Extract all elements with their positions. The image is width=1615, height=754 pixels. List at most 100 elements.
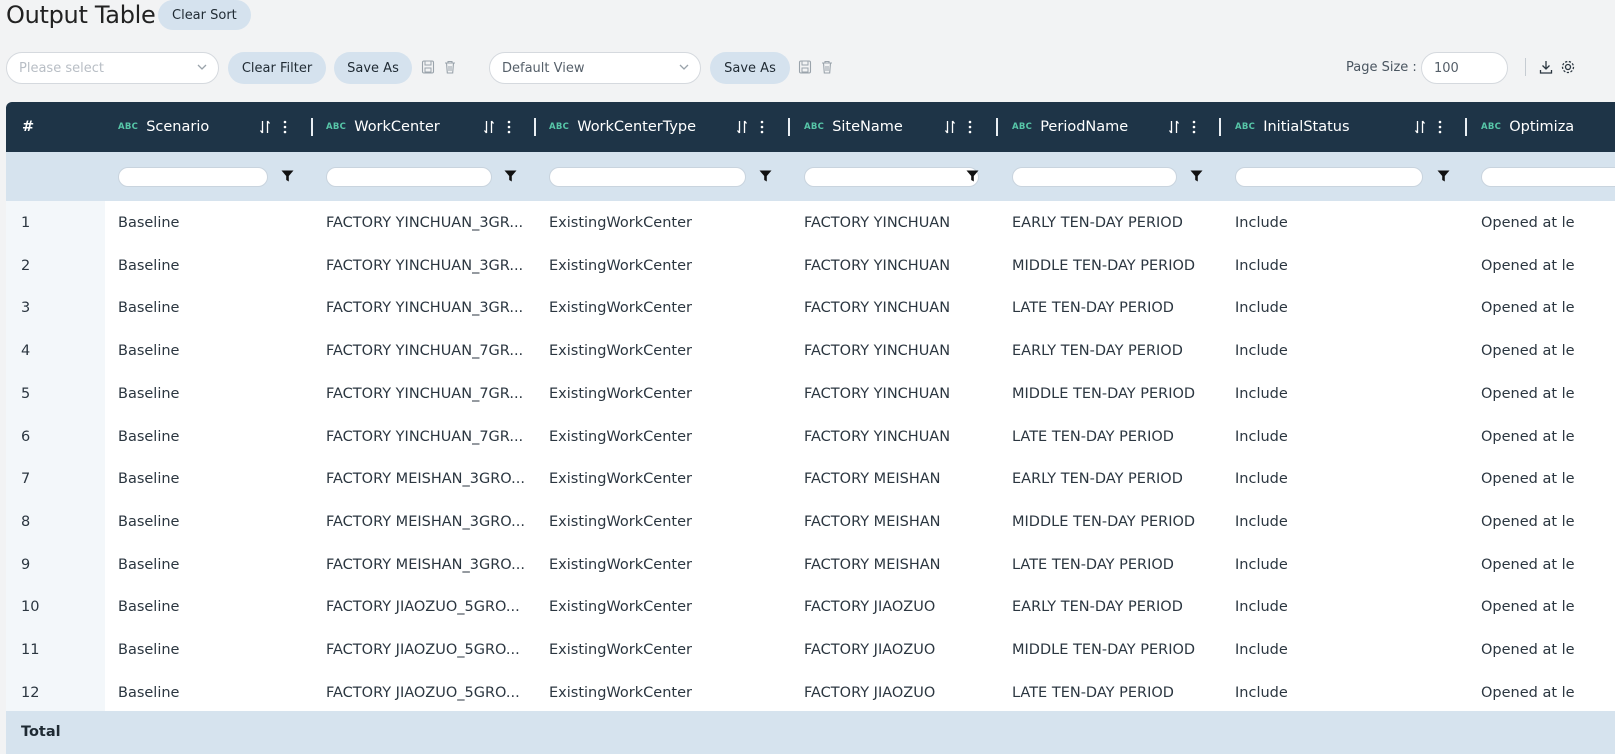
filter-icon[interactable] [1190, 170, 1203, 182]
cell-period_name: EARLY TEN-DAY PERIOD [1012, 343, 1183, 360]
more-vertical-icon[interactable] [968, 119, 972, 135]
cell-scenario: Baseline [118, 599, 180, 616]
sort-icon[interactable] [944, 120, 956, 134]
column-filter-input[interactable] [1481, 167, 1615, 187]
cell-period_name: EARLY TEN-DAY PERIOD [1012, 215, 1183, 231]
cell-workcenter_type: ExistingWorkCenter [549, 642, 692, 658]
more-vertical-icon[interactable] [1438, 119, 1442, 135]
cell-scenario: Baseline [118, 385, 180, 402]
download-icon[interactable] [1539, 59, 1553, 75]
table-row[interactable]: 8 Baseline FACTORY MEISHAN_3GRO... Existing… [6, 500, 1615, 544]
trash-icon[interactable] [820, 59, 834, 75]
column-header-period_name[interactable]: ABC PeriodName [1012, 102, 1128, 152]
column-header-initial_status[interactable]: ABC InitialStatus [1235, 102, 1350, 152]
settings-icon[interactable] [1560, 59, 1576, 75]
cell-scenario: Baseline [118, 215, 180, 231]
row-index: 12 [21, 684, 40, 701]
cell-scenario: Baseline [118, 343, 180, 360]
filter-icon[interactable] [281, 170, 294, 182]
column-separator[interactable] [788, 118, 790, 136]
cell-initial_status: Include [1235, 642, 1288, 658]
column-header-workcenter[interactable]: ABC WorkCenter [326, 102, 440, 152]
row-index: 9 [21, 556, 31, 573]
column-separator[interactable] [311, 118, 313, 136]
page-size-input[interactable]: 100 [1421, 52, 1508, 84]
clear-filter-button[interactable]: Clear Filter [228, 52, 326, 84]
cell-workcenter_type: ExistingWorkCenter [549, 428, 692, 445]
cell-site_name: FACTORY YINCHUAN [804, 428, 951, 445]
toolbar-divider [1525, 58, 1526, 76]
column-separator[interactable] [534, 118, 536, 136]
save-icon[interactable] [798, 59, 812, 75]
cell-initial_status: Include [1235, 428, 1288, 445]
column-filter-input[interactable] [804, 167, 979, 187]
column-separator[interactable] [1219, 118, 1221, 136]
more-vertical-icon[interactable] [507, 119, 511, 135]
filter-icon[interactable] [504, 170, 517, 182]
column-separator[interactable] [996, 118, 998, 136]
cell-optimization: Opened at le [1481, 428, 1575, 445]
sort-icon[interactable] [259, 120, 271, 134]
column-filter-input[interactable] [549, 167, 746, 187]
cell-period_name: EARLY TEN-DAY PERIOD [1012, 471, 1183, 488]
cell-workcenter: FACTORY MEISHAN_3GRO... [326, 513, 525, 530]
cell-optimization: Opened at le [1481, 471, 1575, 488]
table-row[interactable]: 3 Baseline FACTORY YINCHUAN_3GR... Existing… [6, 286, 1615, 330]
more-vertical-icon[interactable] [283, 119, 287, 135]
cell-workcenter: FACTORY YINCHUAN_3GR... [326, 300, 524, 317]
save-as-filter-button[interactable]: Save As [334, 52, 412, 84]
column-header-site_name[interactable]: ABC SiteName [804, 102, 903, 152]
page-size-label: Page Size : [1346, 60, 1417, 75]
table-row[interactable]: 10 Baseline FACTORY JIAOZUO_5GRO... Existin… [6, 585, 1615, 629]
sort-icon[interactable] [1168, 120, 1180, 134]
table-row[interactable]: 11 Baseline FACTORY JIAOZUO_5GRO... Existin… [6, 628, 1615, 672]
column-filter-input[interactable] [1012, 167, 1177, 187]
table-row[interactable]: 6 Baseline FACTORY YINCHUAN_7GR... Existing… [6, 415, 1615, 459]
column-header-optimization[interactable]: ABC Optimiza [1481, 102, 1574, 152]
more-vertical-icon[interactable] [760, 119, 764, 135]
trash-icon[interactable] [443, 59, 457, 75]
save-icon[interactable] [421, 59, 435, 75]
column-header-workcenter_type[interactable]: ABC WorkCenterType [549, 102, 696, 152]
table-row[interactable]: 9 Baseline FACTORY MEISHAN_3GRO... Existing… [6, 543, 1615, 587]
column-header-scenario[interactable]: ABC Scenario [118, 102, 209, 152]
type-badge: ABC [326, 122, 347, 132]
cell-optimization: Opened at le [1481, 257, 1575, 274]
column-filter-input[interactable] [118, 167, 268, 187]
cell-site_name: FACTORY YINCHUAN [804, 385, 951, 402]
filter-select[interactable]: Please select [6, 52, 219, 84]
table-row[interactable]: 4 Baseline FACTORY YINCHUAN_7GR... Existing… [6, 329, 1615, 373]
page-size-value: 100 [1434, 60, 1459, 76]
filter-icon[interactable] [759, 170, 772, 182]
cell-site_name: FACTORY MEISHAN [804, 513, 941, 530]
cell-period_name: EARLY TEN-DAY PERIOD [1012, 599, 1183, 616]
more-vertical-icon[interactable] [1192, 119, 1196, 135]
row-index: 7 [21, 471, 31, 488]
column-filter-input[interactable] [326, 167, 492, 187]
filter-icon[interactable] [966, 170, 979, 182]
view-select[interactable]: Default View [489, 52, 701, 84]
table-row[interactable]: 2 Baseline FACTORY YINCHUAN_3GR... Existing… [6, 244, 1615, 288]
column-separator[interactable] [1465, 118, 1467, 136]
cell-initial_status: Include [1235, 471, 1288, 488]
table-row[interactable]: 7 Baseline FACTORY MEISHAN_3GRO... Existing… [6, 457, 1615, 501]
cell-scenario: Baseline [118, 642, 180, 658]
row-index: 4 [21, 343, 31, 360]
cell-optimization: Opened at le [1481, 343, 1575, 360]
filter-icon[interactable] [1437, 170, 1450, 182]
sort-icon[interactable] [483, 120, 495, 134]
column-filter-input[interactable] [1235, 167, 1423, 187]
sort-icon[interactable] [736, 120, 748, 134]
save-as-view-button[interactable]: Save As [710, 52, 790, 84]
type-badge: ABC [1235, 122, 1256, 132]
clear-sort-button[interactable]: Clear Sort [158, 0, 251, 30]
table-row[interactable]: 12 Baseline FACTORY JIAOZUO_5GRO... Existin… [6, 671, 1615, 715]
cell-optimization: Opened at le [1481, 684, 1575, 701]
row-index: 11 [21, 642, 40, 658]
row-index: 2 [21, 257, 31, 274]
table-row[interactable]: 5 Baseline FACTORY YINCHUAN_7GR... Existing… [6, 372, 1615, 416]
cell-optimization: Opened at le [1481, 599, 1575, 616]
cell-site_name: FACTORY JIAOZUO [804, 599, 936, 616]
sort-icon[interactable] [1414, 120, 1426, 134]
table-row[interactable]: 1 Baseline FACTORY YINCHUAN_3GR... Existing… [6, 201, 1615, 245]
